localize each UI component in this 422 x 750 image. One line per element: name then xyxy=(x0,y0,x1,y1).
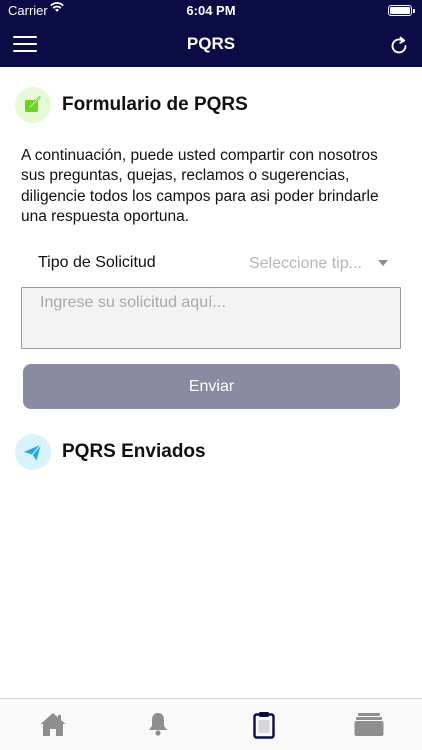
edit-note-icon xyxy=(15,87,51,123)
intro-text: A continuación, puede usted compartir co… xyxy=(21,147,379,225)
page-title: PQRS xyxy=(186,34,236,53)
battery-icon xyxy=(388,5,415,16)
request-type-row: Tipo de Solicitud Seleccione tip... xyxy=(38,254,390,276)
sent-section-header[interactable]: PQRS Enviados xyxy=(15,434,405,470)
request-type-select[interactable]: Seleccione tip... xyxy=(249,254,390,276)
tab-home[interactable] xyxy=(0,699,105,750)
tab-bar xyxy=(0,698,422,750)
refresh-icon xyxy=(391,36,407,54)
request-input-placeholder: Ingrese su solicitud aquí... xyxy=(40,294,226,311)
form-section-title: Formulario de PQRS xyxy=(62,94,248,115)
stack-icon xyxy=(354,713,383,736)
clipboard-icon xyxy=(252,712,275,739)
status-bar: Carrier 6:04 PM xyxy=(0,0,422,22)
request-input[interactable]: Ingrese su solicitud aquí... xyxy=(21,287,401,349)
request-type-value: Seleccione tip... xyxy=(249,255,362,272)
app-header: Carrier 6:04 PM PQRS xyxy=(0,0,422,67)
tab-notifications[interactable] xyxy=(105,699,210,750)
tab-history[interactable] xyxy=(316,699,421,750)
send-button[interactable]: Enviar xyxy=(23,364,400,409)
status-time: 6:04 PM xyxy=(186,3,236,18)
sent-section-title: PQRS Enviados xyxy=(62,441,206,462)
paper-plane-icon xyxy=(15,434,51,470)
request-type-label: Tipo de Solicitud xyxy=(38,254,156,271)
caret-down-icon xyxy=(378,260,388,266)
tab-pqrs[interactable] xyxy=(211,699,316,750)
home-icon xyxy=(40,713,65,736)
bell-icon xyxy=(148,713,167,736)
form-section-header: Formulario de PQRS xyxy=(15,87,405,123)
refresh-button[interactable] xyxy=(388,35,410,57)
